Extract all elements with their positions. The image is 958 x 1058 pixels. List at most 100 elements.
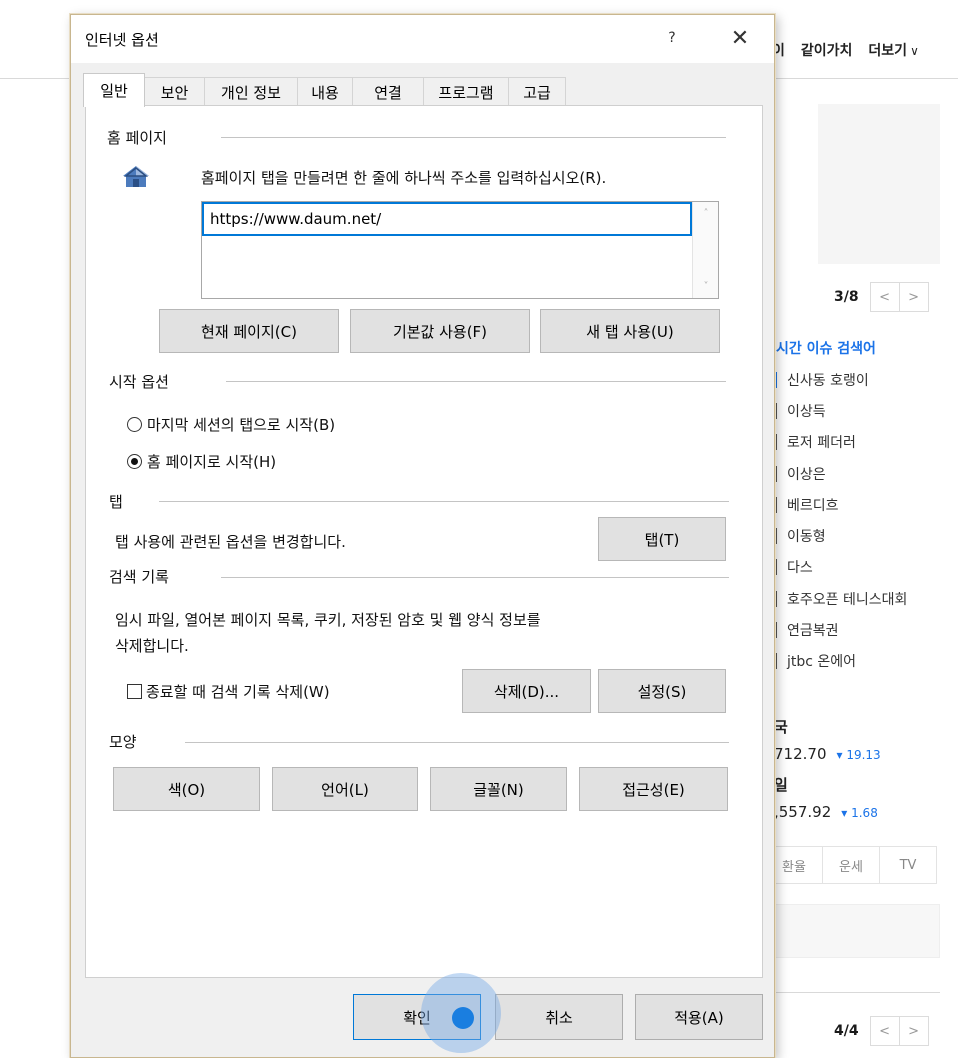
languages-button[interactable]: 언어(L)	[272, 767, 418, 811]
ok-button[interactable]: 확인	[353, 994, 481, 1040]
tab-security[interactable]: 보안	[144, 77, 205, 106]
fonts-button[interactable]: 글꼴(N)	[430, 767, 567, 811]
house-icon	[123, 166, 149, 187]
next-arrow-icon[interactable]: >	[898, 1016, 929, 1046]
stock-value: 712.70	[774, 745, 827, 763]
issue-keyword: 이상은	[787, 466, 826, 483]
tab-connections[interactable]: 연결	[352, 77, 424, 106]
issue-keyword: jtbc 온에어	[787, 654, 857, 671]
colors-button[interactable]: 색(O)	[113, 767, 260, 811]
realtime-issue-list: 신사동 호랭이 이상득 로저 페더러 이상은 베르디흐 이동형 다스 호주오픈 …	[774, 364, 907, 677]
tab-privacy[interactable]: 개인 정보	[204, 77, 298, 106]
list-item[interactable]: 로저 페더러	[774, 427, 907, 458]
url-scrollbar[interactable]: ˄ ˅	[692, 202, 718, 298]
use-current-button[interactable]: 현재 페이지(C)	[159, 309, 339, 353]
list-item[interactable]: jtbc 온에어	[774, 646, 907, 677]
radio-selected-icon[interactable]	[127, 454, 142, 469]
section-divider	[221, 577, 729, 578]
home-page-url-line[interactable]: https://www.daum.net/	[202, 202, 692, 236]
nav-item-more[interactable]: 더보기 ∨	[868, 40, 918, 60]
stock-label: 국	[774, 718, 788, 736]
list-item[interactable]: 이상득	[774, 395, 907, 426]
news-pager: 4/4 < >	[834, 1016, 929, 1046]
list-item[interactable]: 신사동 호랭이	[774, 364, 907, 395]
accessibility-button[interactable]: 접근성(E)	[579, 767, 728, 811]
banner-placeholder[interactable]	[818, 104, 940, 264]
internet-options-dialog: 인터넷 옵션 ? ✕ 일반 보안 개인 정보 내용 연결 프로그램 고급 홈 페…	[70, 14, 775, 1058]
section-divider	[221, 137, 726, 138]
appearance-heading: 모양	[109, 731, 137, 752]
nav-item-together-value[interactable]: 같이가치	[801, 40, 853, 60]
delete-history-button[interactable]: 삭제(D)...	[462, 669, 591, 713]
scroll-up-icon[interactable]: ˄	[693, 208, 719, 219]
radio-unselected-icon[interactable]	[127, 417, 142, 432]
tab-content[interactable]: 내용	[297, 77, 353, 106]
stock-label: 일	[774, 776, 788, 794]
tab-fortune[interactable]: 운세	[822, 846, 880, 884]
chevron-down-icon: ∨	[910, 44, 919, 58]
issue-keyword: 로저 페더러	[787, 435, 856, 452]
widget-tabs: 환율 운세 TV	[765, 846, 937, 884]
use-default-button[interactable]: 기본값 사용(F)	[350, 309, 530, 353]
dialog-title: 인터넷 옵션	[85, 31, 159, 49]
list-item[interactable]: 베르디흐	[774, 489, 907, 520]
list-item[interactable]: 연금복권	[774, 614, 907, 645]
history-settings-button[interactable]: 설정(S)	[598, 669, 726, 713]
prev-arrow-icon[interactable]: <	[869, 282, 900, 312]
home-page-heading: 홈 페이지	[107, 127, 167, 148]
home-page-description: 홈페이지 탭을 만들려면 한 줄에 하나씩 주소를 입력하십시오(R).	[201, 169, 607, 187]
tabs-description: 탭 사용에 관련된 옵션을 변경합니다.	[115, 533, 346, 551]
tab-general[interactable]: 일반	[83, 73, 145, 107]
help-button[interactable]: ?	[657, 23, 687, 53]
browsing-history-heading: 검색 기록	[109, 566, 169, 587]
delete-on-exit-label: 종료할 때 검색 기록 삭제(W)	[146, 683, 330, 701]
close-button[interactable]: ✕	[723, 23, 757, 53]
slide-pager: 3/8 < >	[834, 282, 929, 312]
realtime-issue-title[interactable]: 시간 이슈 검색어	[776, 338, 876, 358]
issue-keyword: 이상득	[787, 403, 826, 420]
start-with-home-page-option[interactable]: 홈 페이지로 시작(H)	[127, 451, 276, 472]
section-divider	[226, 381, 726, 382]
cancel-button[interactable]: 취소	[495, 994, 623, 1040]
tab-advanced[interactable]: 고급	[508, 77, 566, 106]
history-description-line2: 삭제합니다.	[115, 637, 189, 655]
start-with-last-session-option[interactable]: 마지막 세션의 탭으로 시작(B)	[127, 414, 335, 435]
list-item[interactable]: 이동형	[774, 520, 907, 551]
checkbox-unchecked-icon[interactable]	[127, 684, 142, 699]
apply-button[interactable]: 적용(A)	[635, 994, 763, 1040]
tabs-heading: 탭	[109, 491, 123, 512]
scroll-down-icon[interactable]: ˅	[693, 281, 719, 292]
stock-change: ▾ 19.13	[836, 748, 881, 762]
history-description-line1: 임시 파일, 열어본 페이지 목록, 쿠키, 저장된 암호 및 웹 양식 정보를	[115, 611, 541, 629]
startup-heading: 시작 옵션	[109, 371, 169, 392]
news-page-indicator: 4/4	[834, 1023, 859, 1039]
slide-page-indicator: 3/8	[834, 289, 859, 305]
tab-programs[interactable]: 프로그램	[423, 77, 509, 106]
nav-more-label: 더보기	[868, 43, 908, 59]
section-divider	[774, 992, 940, 993]
stock-index[interactable]: 국 712.70 ▾ 19.13	[774, 716, 881, 763]
issue-keyword: 다스	[787, 560, 813, 577]
list-item[interactable]: 이상은	[774, 458, 907, 489]
start-with-home-page-label: 홈 페이지로 시작(H)	[147, 453, 277, 471]
stock-change: ▾ 1.68	[841, 806, 878, 820]
tab-tv[interactable]: TV	[879, 846, 937, 884]
issue-keyword: 호주오픈 테니스대회	[787, 591, 908, 608]
tabs-settings-button[interactable]: 탭(T)	[598, 517, 726, 561]
next-arrow-icon[interactable]: >	[898, 282, 929, 312]
stock-value: ,557.92	[774, 803, 832, 821]
section-divider	[185, 742, 729, 743]
list-item[interactable]: 다스	[774, 552, 907, 583]
prev-arrow-icon[interactable]: <	[869, 1016, 900, 1046]
delete-on-exit-option[interactable]: 종료할 때 검색 기록 삭제(W)	[127, 681, 330, 702]
top-navigation: 이 같이가치 더보기 ∨	[772, 40, 919, 60]
dialog-title-bar[interactable]: 인터넷 옵션 ? ✕	[71, 15, 774, 63]
widget-content-box	[774, 904, 940, 958]
home-page-url-textarea[interactable]: https://www.daum.net/ ˄ ˅	[201, 201, 719, 299]
section-divider	[159, 501, 729, 502]
use-new-tab-button[interactable]: 새 탭 사용(U)	[540, 309, 720, 353]
list-item[interactable]: 호주오픈 테니스대회	[774, 583, 907, 614]
issue-keyword: 이동형	[787, 529, 826, 546]
stock-index[interactable]: 일 ,557.92 ▾ 1.68	[774, 774, 878, 821]
issue-keyword: 베르디흐	[787, 497, 839, 514]
